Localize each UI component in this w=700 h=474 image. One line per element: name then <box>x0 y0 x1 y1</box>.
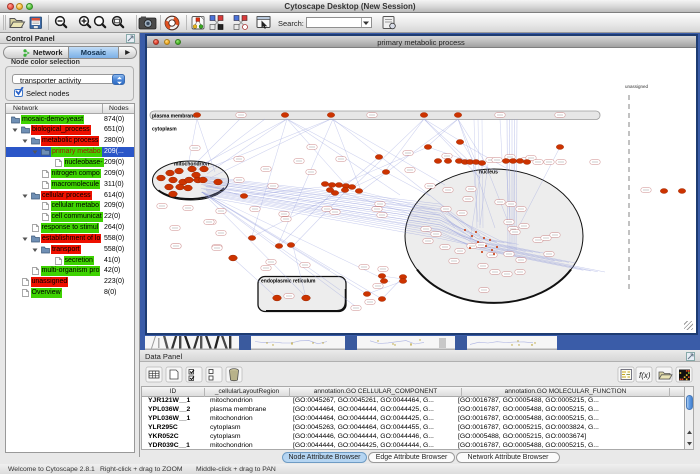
svg-text:f(x): f(x) <box>639 371 651 380</box>
svg-text:cytoplasm: cytoplasm <box>152 127 177 133</box>
svg-text:unassigned: unassigned <box>625 84 649 89</box>
svg-text:plasma membrane: plasma membrane <box>152 114 196 120</box>
